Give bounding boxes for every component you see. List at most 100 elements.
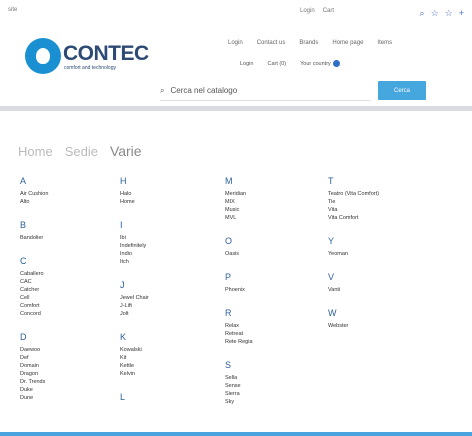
letter-group: L: [120, 392, 210, 402]
letter-group: I Ibi Indefinitely Indio Itch: [120, 220, 210, 266]
brand-link[interactable]: Vita: [328, 206, 418, 214]
search-button[interactable]: Cerca: [378, 81, 426, 100]
letter-group: H Halo Home: [120, 176, 210, 206]
brand-link[interactable]: Vita Comfort: [328, 214, 418, 222]
brand-link[interactable]: Daewoo: [20, 346, 110, 354]
brand-link[interactable]: Jolt: [120, 310, 210, 318]
letter-heading: C: [20, 256, 27, 266]
letter-heading: D: [20, 332, 27, 342]
search-icon: ⌕: [160, 85, 165, 95]
brand-link[interactable]: Indefinitely: [120, 242, 210, 250]
brand-link[interactable]: Def: [20, 354, 110, 362]
brand-link[interactable]: Dune: [20, 394, 110, 402]
search-input[interactable]: Cerca nel catalogo: [170, 86, 237, 95]
letter-group: P Phoenix: [225, 272, 315, 294]
country-label: Your country: [300, 60, 331, 67]
brand-link[interactable]: Ibi: [120, 234, 210, 242]
brand-link[interactable]: Retreat: [225, 330, 315, 338]
brand-link[interactable]: Kelvin: [120, 370, 210, 378]
letter-heading: M: [225, 176, 233, 186]
user-nav: Login Cart (0) Your country: [240, 60, 340, 67]
nav-item-4[interactable]: Items: [377, 40, 392, 46]
letter-group: W Webster: [328, 308, 418, 330]
brand-link[interactable]: Relax: [225, 322, 315, 330]
brand-link[interactable]: Webster: [328, 322, 418, 330]
brand-link[interactable]: MIX: [225, 198, 315, 206]
browser-mid-item-0[interactable]: Login: [300, 8, 315, 14]
brand-link[interactable]: Phoenix: [225, 286, 315, 294]
brand-link[interactable]: Sky: [225, 398, 315, 406]
nav-item-2[interactable]: Brands: [299, 40, 318, 46]
brand-link[interactable]: Sella: [225, 374, 315, 382]
brand-column: M Meridian MIX Music MVL O Oasis P Phoenix R Relax…: [225, 176, 315, 420]
brand-link[interactable]: Sense: [225, 382, 315, 390]
letter-group: B Bandolier: [20, 220, 110, 242]
browser-bar: site Login Cart ⌕ ☆ ☆ +: [0, 0, 472, 30]
brand-link[interactable]: Yeoman: [328, 250, 418, 258]
brand-link[interactable]: Comfort: [20, 302, 110, 310]
logo-tagline: comfort and technology: [64, 65, 116, 71]
brand-link[interactable]: Kettle: [120, 362, 210, 370]
letter-group: M Meridian MIX Music MVL: [225, 176, 315, 222]
brand-link[interactable]: Vanti: [328, 286, 418, 294]
brand-link[interactable]: Rete Regia: [225, 338, 315, 346]
star-icon[interactable]: ☆: [431, 8, 439, 19]
letter-heading: H: [120, 176, 127, 186]
nav-item-1[interactable]: Contact us: [257, 40, 286, 46]
top-nav: Login Contact us Brands Home page Items: [228, 40, 392, 46]
letter-group: C Caballero CAC Catcher Cell Comfort Concord: [20, 256, 110, 318]
logo-mark-icon: [25, 38, 61, 74]
brand-link[interactable]: Tie: [328, 198, 418, 206]
letter-group: D Daewoo Def Domain Dragon Dr. Trends Duke Dune: [20, 332, 110, 402]
brand-link[interactable]: Teatro (Vita Comfort): [328, 190, 418, 198]
letter-heading: J: [120, 280, 125, 290]
nav-item-3[interactable]: Home page: [332, 40, 363, 46]
brand-link[interactable]: Alto: [20, 198, 110, 206]
bottom-accent-bar: [0, 432, 472, 436]
letter-group: O Oasis: [225, 236, 315, 258]
letter-group: T Teatro (Vita Comfort) Tie Vita Vita Comfor…: [328, 176, 418, 222]
plus-icon[interactable]: +: [459, 8, 464, 19]
country-selector[interactable]: Your country: [300, 60, 340, 67]
brand-column: A Air Cushion Alto B Bandolier C Caballero CAC C…: [20, 176, 110, 416]
brand-link[interactable]: Cell: [20, 294, 110, 302]
brand-link[interactable]: Kowalski: [120, 346, 210, 354]
breadcrumb-home[interactable]: Home: [18, 144, 53, 159]
search-icon[interactable]: ⌕: [420, 8, 425, 19]
letter-group: V Vanti: [328, 272, 418, 294]
brand-link[interactable]: Caballero: [20, 270, 110, 278]
brand-link[interactable]: CAC: [20, 278, 110, 286]
letter-heading: L: [120, 392, 126, 402]
brand-link[interactable]: Concord: [20, 310, 110, 318]
brand-link[interactable]: Dragon: [20, 370, 110, 378]
search-bar[interactable]: ⌕ Cerca nel catalogo: [160, 81, 370, 101]
brand-link[interactable]: J-Lift: [120, 302, 210, 310]
brand-link[interactable]: Meridian: [225, 190, 315, 198]
breadcrumb-mid[interactable]: Sedie: [65, 144, 98, 159]
brand-link[interactable]: Oasis: [225, 250, 315, 258]
brand-link[interactable]: Domain: [20, 362, 110, 370]
brand-link[interactable]: Dr. Trends: [20, 378, 110, 386]
brand-link[interactable]: Home: [120, 198, 210, 206]
letter-group: J Jewel Chair J-Lift Jolt: [120, 280, 210, 318]
brand-link[interactable]: MVL: [225, 214, 315, 222]
brand-link[interactable]: Sierra: [225, 390, 315, 398]
cart-link[interactable]: Cart (0): [267, 61, 286, 67]
login-link[interactable]: Login: [240, 61, 253, 67]
browser-mid-item-1[interactable]: Cart: [323, 8, 334, 14]
brand-link[interactable]: Jewel Chair: [120, 294, 210, 302]
brand-link[interactable]: Music: [225, 206, 315, 214]
star-icon[interactable]: ☆: [445, 8, 453, 19]
letter-heading: S: [225, 360, 232, 370]
brand-link[interactable]: Halo: [120, 190, 210, 198]
brand-link[interactable]: Duke: [20, 386, 110, 394]
brand-link[interactable]: Indio: [120, 250, 210, 258]
contec-logo[interactable]: CONTEC comfort and technology: [25, 38, 155, 78]
nav-item-0[interactable]: Login: [228, 40, 243, 46]
brand-link[interactable]: Itch: [120, 258, 210, 266]
brand-link[interactable]: Air Cushion: [20, 190, 110, 198]
brand-link[interactable]: Catcher: [20, 286, 110, 294]
brand-column: H Halo Home I Ibi Indefinitely Indio Itch J Jewel…: [120, 176, 210, 416]
brand-link[interactable]: Bandolier: [20, 234, 110, 242]
brand-link[interactable]: Kit: [120, 354, 210, 362]
